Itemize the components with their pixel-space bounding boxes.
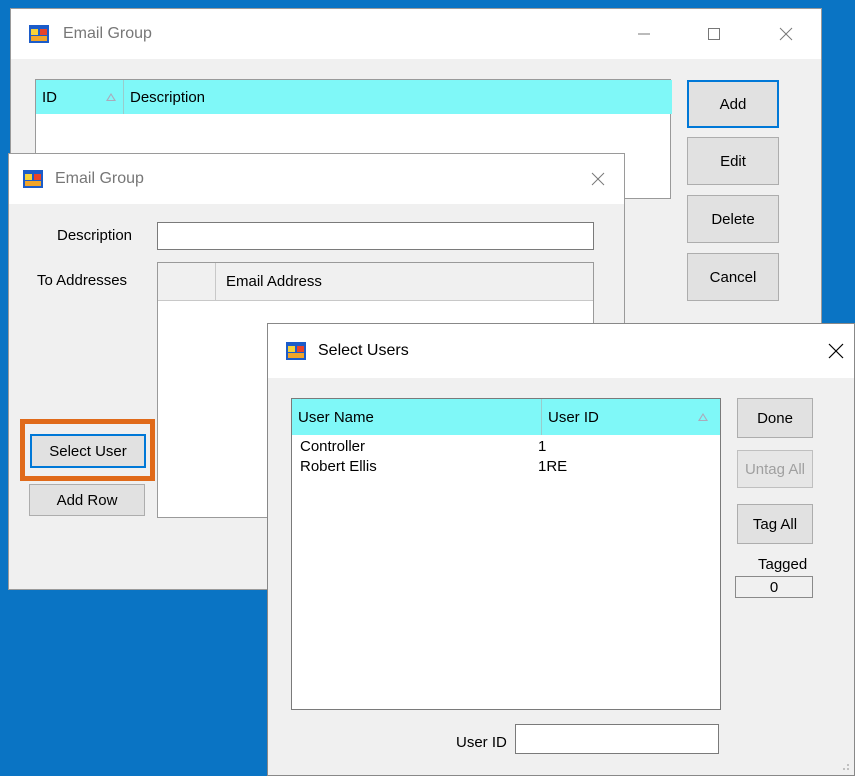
main-window-title: Email Group	[63, 25, 152, 42]
user-id-label: User ID	[456, 734, 507, 751]
app-window-icon	[23, 170, 43, 188]
grid-row-header-cell	[158, 263, 216, 300]
select-user-button[interactable]: Select User	[30, 434, 146, 468]
minimize-icon	[638, 33, 650, 35]
user-id-input[interactable]	[515, 724, 719, 754]
select-users-window: Select Users User Name User ID Controlle…	[267, 323, 855, 776]
user-name-cell: Robert Ellis	[300, 458, 377, 475]
description-label: Description	[57, 227, 133, 244]
grid-header-email-address[interactable]: Email Address	[216, 263, 593, 300]
resize-grip-icon[interactable]	[838, 759, 850, 771]
sort-ascending-icon	[106, 93, 116, 101]
edit-window-title: Email Group	[55, 170, 144, 187]
grid-header-user-name[interactable]: User Name	[292, 399, 542, 435]
app-window-icon	[29, 25, 49, 43]
tagged-count: 0	[769, 578, 779, 596]
to-addresses-label: To Addresses	[37, 272, 128, 289]
main-window-titlebar: Email Group	[11, 9, 821, 59]
grid-header-id[interactable]: ID	[36, 80, 124, 114]
user-id-cell: 1RE	[538, 458, 568, 475]
add-button[interactable]: Add	[687, 80, 779, 128]
select-users-title: Select Users	[318, 342, 409, 359]
edit-close-button[interactable]	[575, 154, 621, 204]
select-users-titlebar: Select Users	[268, 324, 854, 378]
description-input[interactable]	[157, 222, 594, 250]
minimize-button[interactable]	[621, 9, 667, 59]
close-icon	[779, 27, 793, 41]
grid-header-user-id[interactable]: User ID	[542, 399, 720, 435]
user-name-cell: Controller	[300, 438, 366, 455]
select-users-close-button[interactable]	[816, 324, 855, 378]
delete-button[interactable]: Delete	[687, 195, 779, 243]
user-id-cell: 1	[538, 438, 547, 455]
grid-header-description[interactable]: Description	[124, 80, 672, 114]
tagged-count-box: 0	[735, 576, 813, 598]
close-icon	[591, 172, 605, 186]
done-button[interactable]: Done	[737, 398, 813, 438]
tagged-label: Tagged	[758, 556, 808, 573]
users-grid[interactable]: User Name User ID Controller 1 Robert El…	[291, 398, 721, 710]
cancel-button[interactable]: Cancel	[687, 253, 779, 301]
untag-all-button[interactable]: Untag All	[737, 450, 813, 488]
maximize-icon	[708, 28, 720, 40]
tag-all-button[interactable]: Tag All	[737, 504, 813, 544]
table-row[interactable]: Robert Ellis 1RE	[292, 458, 720, 478]
close-icon	[828, 343, 844, 359]
maximize-button[interactable]	[691, 9, 737, 59]
edit-window-titlebar: Email Group	[9, 154, 624, 204]
main-close-button[interactable]	[763, 9, 809, 59]
edit-button[interactable]: Edit	[687, 137, 779, 185]
table-row[interactable]: Controller 1	[292, 438, 720, 458]
sort-ascending-icon	[698, 413, 708, 421]
add-row-button[interactable]: Add Row	[29, 484, 145, 516]
app-window-icon	[286, 342, 306, 360]
